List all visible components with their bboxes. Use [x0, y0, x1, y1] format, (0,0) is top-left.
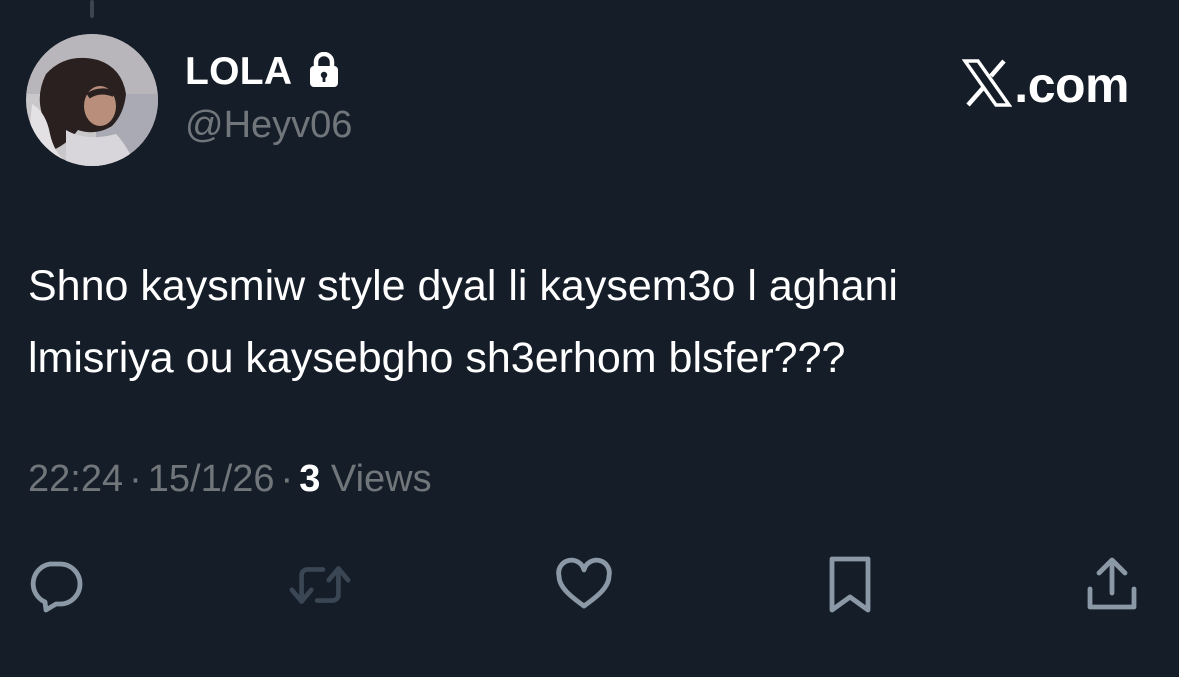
avatar-image	[26, 34, 158, 166]
reply-button[interactable]	[24, 553, 88, 617]
author-name-row: LOLA	[185, 50, 340, 94]
author-handle[interactable]: @Heyv06	[185, 104, 352, 147]
views-count: 3	[299, 458, 321, 500]
reply-icon	[30, 561, 83, 613]
heart-icon	[556, 557, 612, 609]
tweet-text: Shno kaysmiw style dyal li kaysem3o l ag…	[28, 250, 1128, 394]
lock-icon	[308, 51, 340, 93]
tweet-text-line: lmisriya ou kaysebgho sh3erhom blsfer???	[28, 334, 846, 382]
retweet-icon	[289, 566, 351, 604]
x-logo-icon	[962, 58, 1013, 112]
avatar[interactable]	[26, 34, 158, 166]
bookmark-button[interactable]	[818, 553, 882, 617]
tweet-date[interactable]: 15/1/26	[148, 458, 275, 500]
tweet-time[interactable]: 22:24	[28, 458, 123, 500]
tweet-actions-bar	[0, 553, 1179, 617]
retweet-button[interactable]	[288, 553, 352, 617]
separator: ·	[280, 458, 294, 500]
bookmark-icon	[829, 556, 871, 613]
x-com-text: .com	[1014, 57, 1129, 113]
like-button[interactable]	[552, 553, 616, 617]
tweet-meta: 22:24 · 15/1/26 · 3 Views	[28, 458, 432, 501]
share-icon	[1087, 557, 1137, 610]
thread-connector-line	[90, 0, 94, 18]
tweet-text-line: Shno kaysmiw style dyal li kaysem3o l ag…	[28, 262, 898, 310]
author-display-name[interactable]: LOLA	[185, 50, 292, 94]
separator: ·	[129, 458, 142, 500]
x-com-brand[interactable]: .com	[962, 56, 1129, 114]
views-label: Views	[330, 458, 432, 500]
share-button[interactable]	[1080, 553, 1144, 617]
